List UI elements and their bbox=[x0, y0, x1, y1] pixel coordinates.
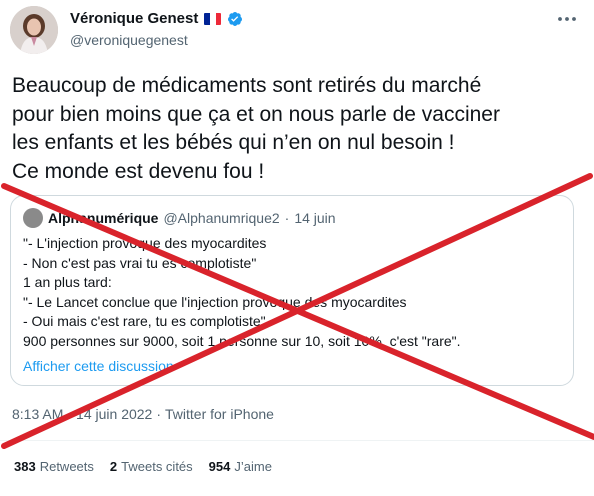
quoted-text-line: "- Le Lancet conclue que l'injection pro… bbox=[23, 293, 407, 310]
retweets-count: 383 bbox=[14, 459, 36, 474]
quoted-author-name: Alphanumérique bbox=[48, 210, 159, 226]
engagement-stats: 383 Retweets 2 Tweets cités 954 J’aime bbox=[14, 459, 272, 474]
quoted-author-handle: @Alphanumrique2 bbox=[163, 210, 280, 226]
quoted-tweet-text: "- L'injection provoque des myocardites … bbox=[23, 234, 563, 351]
quoted-tweet-date: 14 juin bbox=[294, 210, 336, 226]
retweets-stat[interactable]: 383 Retweets bbox=[14, 459, 94, 474]
separator-dot: · bbox=[156, 406, 162, 422]
quote-tweets-count: 2 bbox=[109, 459, 118, 474]
separator-dot: · bbox=[67, 406, 73, 422]
avatar-image bbox=[10, 6, 58, 54]
author-name[interactable]: Véronique Genest bbox=[70, 10, 198, 27]
tweet-time[interactable]: 8:13 AM bbox=[12, 406, 63, 422]
show-thread-link[interactable]: Afficher cette discussion bbox=[23, 358, 174, 374]
quoted-tweet-header: Alphanumérique @Alphanumrique2 · 14 juin bbox=[23, 208, 336, 228]
divider bbox=[0, 440, 594, 441]
author-handle[interactable]: @veroniquegenest bbox=[70, 32, 188, 48]
tweet-date[interactable]: 14 juin 2022 bbox=[76, 406, 152, 422]
verified-badge-icon bbox=[228, 11, 243, 26]
france-flag-icon bbox=[204, 12, 222, 25]
more-horizontal-icon[interactable] bbox=[556, 10, 578, 28]
quoted-text-line: 1 an plus tard: bbox=[23, 274, 112, 290]
likes-count: 954 bbox=[208, 459, 231, 474]
retweets-label: Retweets bbox=[39, 459, 94, 474]
likes-stat[interactable]: 954 J’aime bbox=[209, 459, 272, 474]
quoted-text-line: - Oui mais c'est rare, tu es complotiste… bbox=[23, 313, 266, 329]
quoted-text-line: - Non c'est pas vrai tu es complotiste" bbox=[23, 254, 257, 271]
flag-stripe-red bbox=[215, 12, 222, 25]
quote-tweets-label: Tweets cités bbox=[121, 459, 193, 474]
quote-tweets-stat[interactable]: 2 Tweets cités bbox=[110, 459, 193, 474]
tweet-source[interactable]: Twitter for iPhone bbox=[165, 406, 274, 422]
author-avatar[interactable] bbox=[10, 6, 58, 54]
author-name-row: Véronique Genest bbox=[70, 10, 243, 27]
tweet-meta: 8:13 AM · 14 juin 2022 · Twitter for iPh… bbox=[12, 406, 274, 422]
likes-label: J’aime bbox=[234, 459, 272, 474]
separator-dot: · bbox=[284, 210, 290, 226]
tweet-text: Beaucoup de médicaments sont retirés du … bbox=[12, 74, 500, 183]
quoted-tweet-card[interactable]: Alphanumérique @Alphanumrique2 · 14 juin… bbox=[10, 195, 574, 386]
quoted-author-avatar bbox=[23, 208, 43, 228]
quoted-text-line: 900 personnes sur 9000, soit 1 personne … bbox=[23, 332, 461, 349]
quoted-text-line: "- L'injection provoque des myocardites bbox=[23, 235, 267, 251]
